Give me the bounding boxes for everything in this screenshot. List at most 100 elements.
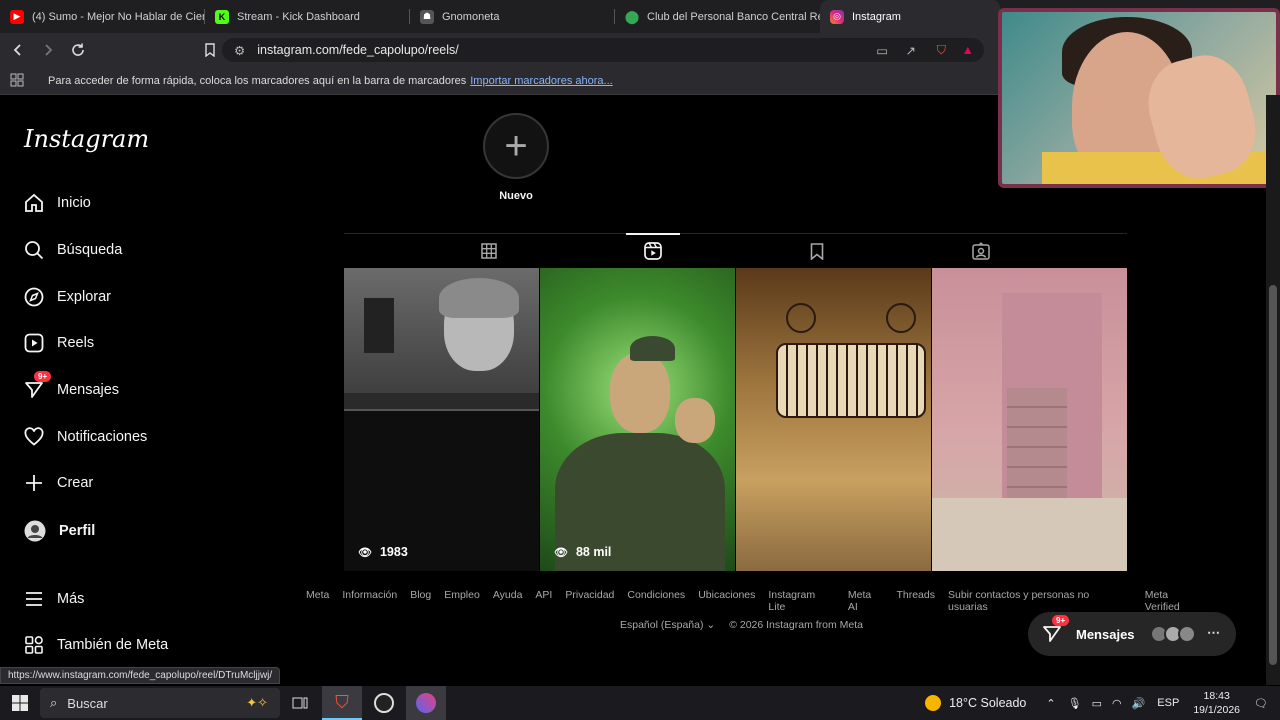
reels-grid: 👁 1983 👁 88 mil [344,268,1127,571]
reel-tile[interactable]: 👁 88 mil [540,268,735,571]
mic-icon[interactable]: 🎙 [1068,697,1082,710]
tab-title: (4) Sumo - Mejor No Hablar de Ciert [32,10,205,23]
windows-taskbar: ⌕ Buscar ✦✧ ⛉ 18°C Soleado ⌃ 🎙 ▭ ◠ 🔊 ESP… [0,686,1280,720]
brave-rewards-icon[interactable]: ▲ [962,43,974,57]
sun-icon [925,695,942,711]
reel-tile[interactable] [736,268,931,571]
footer-link[interactable]: Meta [306,589,329,613]
bookmarks-bar: Para acceder de forma rápida, coloca los… [0,67,1000,95]
instagram-logo[interactable]: Instagram [24,125,149,153]
footer-link[interactable]: Meta AI [848,589,884,613]
sidebar-item-perfil[interactable]: Perfil [24,520,95,542]
footer-link[interactable]: Condiciones [627,589,685,613]
task-view-icon[interactable] [280,686,320,720]
instagram-sidebar: Instagram Inicio Búsqueda Explorar Reels… [0,95,250,665]
battery-icon[interactable]: ▭ [1092,697,1102,710]
streaming-app-icon[interactable] [406,686,446,720]
tab-tagged[interactable] [954,234,1008,268]
footer-link[interactable]: Ayuda [493,589,523,613]
copilot-sparkle-icon: ✦✧ [246,695,268,710]
footer-link[interactable]: Blog [410,589,431,613]
volume-icon[interactable]: 🔊 [1132,697,1146,710]
browser-toolbar: ⚙ instagram.com/fede_capolupo/reels/ ▭ ↗… [0,33,1000,67]
footer-link[interactable]: Empleo [444,589,480,613]
forward-button[interactable] [36,38,60,62]
tab-title: Club del Personal Banco Central Rep [647,10,820,23]
sidebar-item-explorar[interactable]: Explorar [24,287,111,307]
instagram-icon: ◎ [830,9,844,24]
page-scrollbar[interactable] [1266,95,1280,685]
url-text: instagram.com/fede_capolupo/reels/ [257,43,459,57]
tab-posts[interactable] [462,234,516,268]
windows-start-icon[interactable] [0,686,40,720]
clock[interactable]: 18:43 19/1/2026 [1193,689,1240,717]
reel-tile[interactable] [932,268,1127,571]
gnome-icon: ☗ [420,9,434,24]
brave-shield-icon[interactable]: ⛉ [937,43,946,58]
sidebar-item-tambien-de-meta[interactable]: También de Meta [24,635,168,655]
unread-badge: 9+ [1052,615,1070,626]
browser-tab-kick[interactable]: K Stream - Kick Dashboard [205,0,410,33]
sidebar-item-reels[interactable]: Reels [24,333,94,353]
footer-link[interactable]: Subir contactos y personas no usuarias [948,589,1132,613]
back-button[interactable] [6,38,30,62]
browser-tab-club[interactable]: ⬤ Club del Personal Banco Central Rep [615,0,820,33]
browser-tab-instagram[interactable]: ◎ Instagram [820,0,1000,33]
tab-title: Instagram [852,10,901,23]
weather-text[interactable]: 18°C Soleado [949,696,1026,710]
copyright: © 2026 Instagram from Meta [729,619,863,631]
browser-tab-sumo[interactable]: ▶ (4) Sumo - Mejor No Hablar de Ciert [0,0,205,33]
tab-saved[interactable] [790,234,844,268]
meta-apps-icon [25,636,43,654]
sidebar-item-label: Más [57,591,85,607]
address-bar[interactable]: ⚙ instagram.com/fede_capolupo/reels/ ▭ ↗… [222,38,984,62]
tab-reels[interactable] [626,233,680,267]
reels-icon [24,333,44,353]
sidebar-item-mensajes[interactable]: 9+ Mensajes [24,371,119,400]
footer-link[interactable]: Ubicaciones [698,589,755,613]
footer-link[interactable]: Privacidad [565,589,614,613]
import-bookmarks-link[interactable]: Importar marcadores ahora... [470,75,612,87]
messages-pill[interactable]: 9+ Mensajes ⋯ [1028,612,1236,656]
footer-link[interactable]: API [535,589,552,613]
sidebar-item-notificaciones[interactable]: Notificaciones [24,427,147,447]
sidebar-item-label: Notificaciones [57,429,148,445]
browser-tab-gnomoneta[interactable]: ☗ Gnomoneta [410,0,615,33]
sidebar-item-busqueda[interactable]: Búsqueda [24,240,122,260]
chevron-up-icon[interactable]: ⌃ [1046,697,1055,710]
brave-app-icon[interactable]: ⛉ [322,686,362,720]
sidebar-item-label: Explorar [57,289,111,305]
language-select[interactable]: Español (España) ⌄ [620,619,715,631]
wifi-icon[interactable]: ◠ [1112,697,1122,710]
reload-button[interactable] [66,38,90,62]
taskbar-search[interactable]: ⌕ Buscar ✦✧ [40,688,280,718]
share-icon[interactable]: ↗ [906,43,916,58]
new-highlight-label: Nuevo [499,190,533,202]
kick-icon: K [215,9,229,24]
footer-link[interactable]: Threads [896,589,935,613]
cast-icon[interactable]: ▭ [876,43,888,58]
more-options-icon[interactable]: ⋯ [1207,625,1220,641]
saved-icon [810,242,824,260]
language-indicator[interactable]: ESP [1157,697,1179,709]
footer-link[interactable]: Instagram Lite [768,589,835,613]
reel-tile[interactable]: 👁 1983 [344,268,539,571]
reel-views: 👁 88 mil [554,545,612,559]
bookmark-icon[interactable] [198,38,222,62]
sidebar-item-crear[interactable]: Crear [24,473,93,493]
sidebar-item-mas[interactable]: Más [24,589,84,609]
tab-title: Stream - Kick Dashboard [237,10,360,23]
site-settings-icon[interactable]: ⚙ [234,43,245,58]
messages-pill-label: Mensajes [1076,626,1135,642]
grid-icon [481,243,497,259]
sidebar-item-inicio[interactable]: Inicio [24,193,91,213]
obs-app-icon[interactable] [364,686,404,720]
apps-grid-icon[interactable] [10,73,24,87]
footer-link[interactable]: Información [342,589,397,613]
notifications-icon[interactable]: 🗨 [1254,697,1268,710]
tab-title: Gnomoneta [442,10,500,23]
search-icon: ⌕ [50,695,58,710]
footer-link[interactable]: Meta Verified [1145,589,1206,613]
status-url-bubble: https://www.instagram.com/fede_capolupo/… [0,667,281,684]
new-highlight-button[interactable]: + [483,113,549,179]
